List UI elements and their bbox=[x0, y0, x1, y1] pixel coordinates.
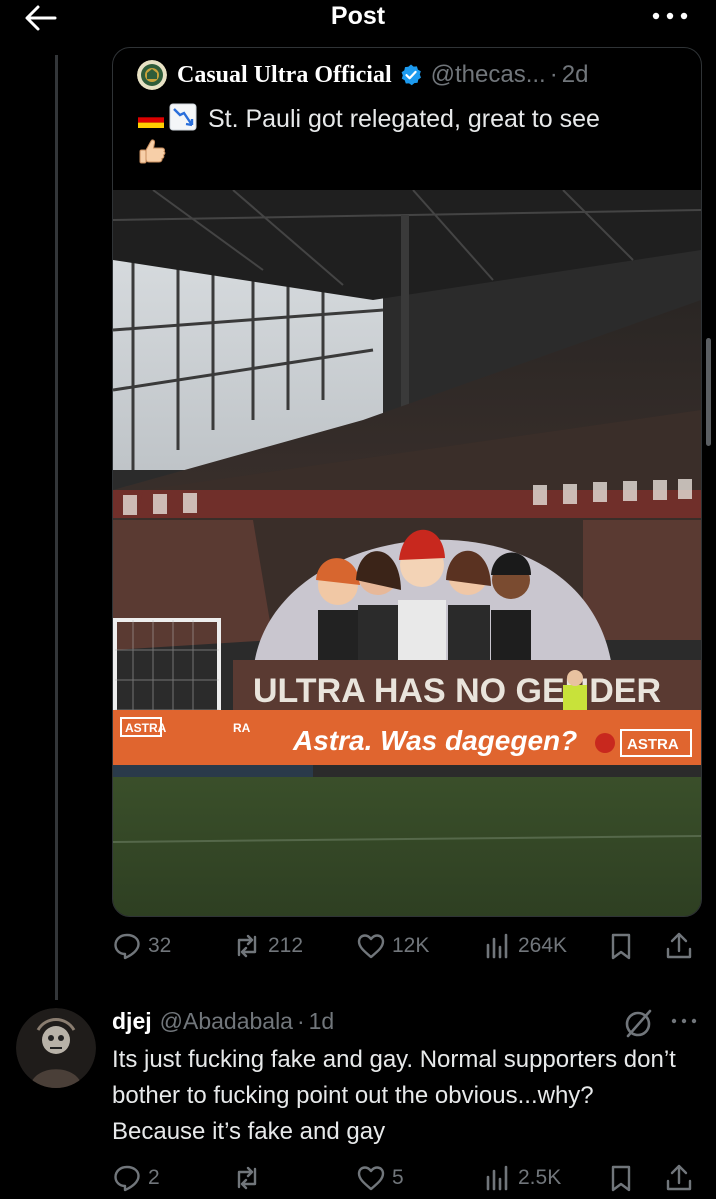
mid-sponsor-text: RA bbox=[233, 721, 251, 735]
quoted-post-text-block: St. Pauli got relegated, great to see bbox=[137, 102, 677, 173]
share-icon bbox=[666, 1164, 692, 1191]
left-sponsor-text: ASTRA bbox=[125, 721, 167, 735]
separator-dot: · bbox=[549, 61, 558, 88]
repost-icon bbox=[237, 934, 257, 958]
reply-reply-button[interactable]: 2 bbox=[112, 1160, 160, 1196]
ad-board-text: Astra. Was dagegen? bbox=[292, 725, 577, 756]
views-count: 264K bbox=[518, 934, 568, 957]
reply-time[interactable]: 1d bbox=[309, 1008, 335, 1035]
reply-header: djej @Abadabala · 1d bbox=[112, 1005, 334, 1037]
author-name[interactable]: Casual Ultra Official bbox=[177, 62, 392, 89]
reply-post[interactable]: djej @Abadabala · 1d Its just fucking fa… bbox=[0, 1000, 716, 1199]
more-horizontal-icon[interactable] bbox=[648, 0, 692, 32]
germany-flag-emoji bbox=[138, 112, 164, 128]
author-avatar[interactable] bbox=[137, 60, 167, 90]
author-handle[interactable]: @thecas... bbox=[431, 61, 546, 89]
reply-avatar[interactable] bbox=[16, 1008, 96, 1088]
reply-icon bbox=[114, 1165, 140, 1192]
sponsor-text: ASTRA bbox=[627, 736, 679, 753]
thumbs-up-emoji bbox=[139, 139, 166, 164]
bookmark-button[interactable] bbox=[606, 928, 642, 964]
share-button[interactable] bbox=[664, 928, 700, 964]
quoted-post-text: St. Pauli got relegated, great to see bbox=[207, 105, 600, 133]
chart-decreasing-emoji bbox=[169, 103, 197, 131]
reply-text: Its just fucking fake and gay. Normal su… bbox=[112, 1046, 676, 1145]
reply-repost-button[interactable] bbox=[232, 1160, 268, 1196]
reply-more-icon[interactable] bbox=[668, 1008, 700, 1034]
reply-author-handle[interactable]: @Abadabala bbox=[160, 1008, 293, 1035]
views-icon bbox=[486, 1165, 508, 1191]
reply-reply-count: 2 bbox=[148, 1166, 160, 1189]
banner-text: ULTRA HAS NO GENDER bbox=[253, 672, 661, 710]
page-title: Post bbox=[330, 2, 386, 30]
post-media-image[interactable]: ULTRA HAS NO GENDER ASTRA RA Astra. Was … bbox=[113, 190, 701, 916]
top-bar: Post bbox=[0, 0, 716, 40]
views-icon bbox=[486, 933, 508, 959]
repost-icon bbox=[237, 1166, 257, 1190]
reply-author-name[interactable]: djej bbox=[112, 1008, 152, 1035]
verified-badge-icon bbox=[401, 64, 421, 86]
bookmark-icon bbox=[611, 1165, 631, 1192]
reply-like-button[interactable]: 5 bbox=[356, 1160, 404, 1196]
reply-icon bbox=[114, 933, 140, 960]
post-time[interactable]: 2d bbox=[562, 61, 589, 89]
quoted-post-header: Casual Ultra Official @thecas... · 2d bbox=[137, 58, 588, 92]
reply-views-count: 2.5K bbox=[518, 1166, 562, 1189]
reply-count: 32 bbox=[148, 934, 172, 957]
reply-like-count: 5 bbox=[392, 1166, 404, 1189]
like-count: 12K bbox=[392, 934, 430, 957]
reply-views-button[interactable]: 2.5K bbox=[482, 1160, 561, 1196]
thread-line bbox=[55, 55, 58, 1000]
reply-button[interactable]: 32 bbox=[112, 928, 171, 964]
heart-icon bbox=[357, 1166, 385, 1191]
reply-action-bar: 2 5 2.5K bbox=[112, 1160, 700, 1196]
quoted-post-card[interactable]: Casual Ultra Official @thecas... · 2d St… bbox=[112, 47, 702, 917]
views-button[interactable]: 264K bbox=[482, 928, 567, 964]
share-icon bbox=[666, 932, 692, 959]
reply-bookmark-button[interactable] bbox=[606, 1160, 642, 1196]
scrollbar[interactable] bbox=[706, 338, 711, 446]
like-button[interactable]: 12K bbox=[356, 928, 429, 964]
grok-icon[interactable] bbox=[622, 1006, 656, 1040]
post-action-bar: 32 212 12K 264K bbox=[112, 928, 700, 964]
repost-count: 212 bbox=[268, 934, 304, 957]
reply-separator-dot: · bbox=[296, 1007, 305, 1034]
repost-button[interactable]: 212 bbox=[232, 928, 303, 964]
reply-share-button[interactable] bbox=[664, 1160, 700, 1196]
bookmark-icon bbox=[611, 933, 631, 960]
heart-icon bbox=[357, 934, 385, 959]
